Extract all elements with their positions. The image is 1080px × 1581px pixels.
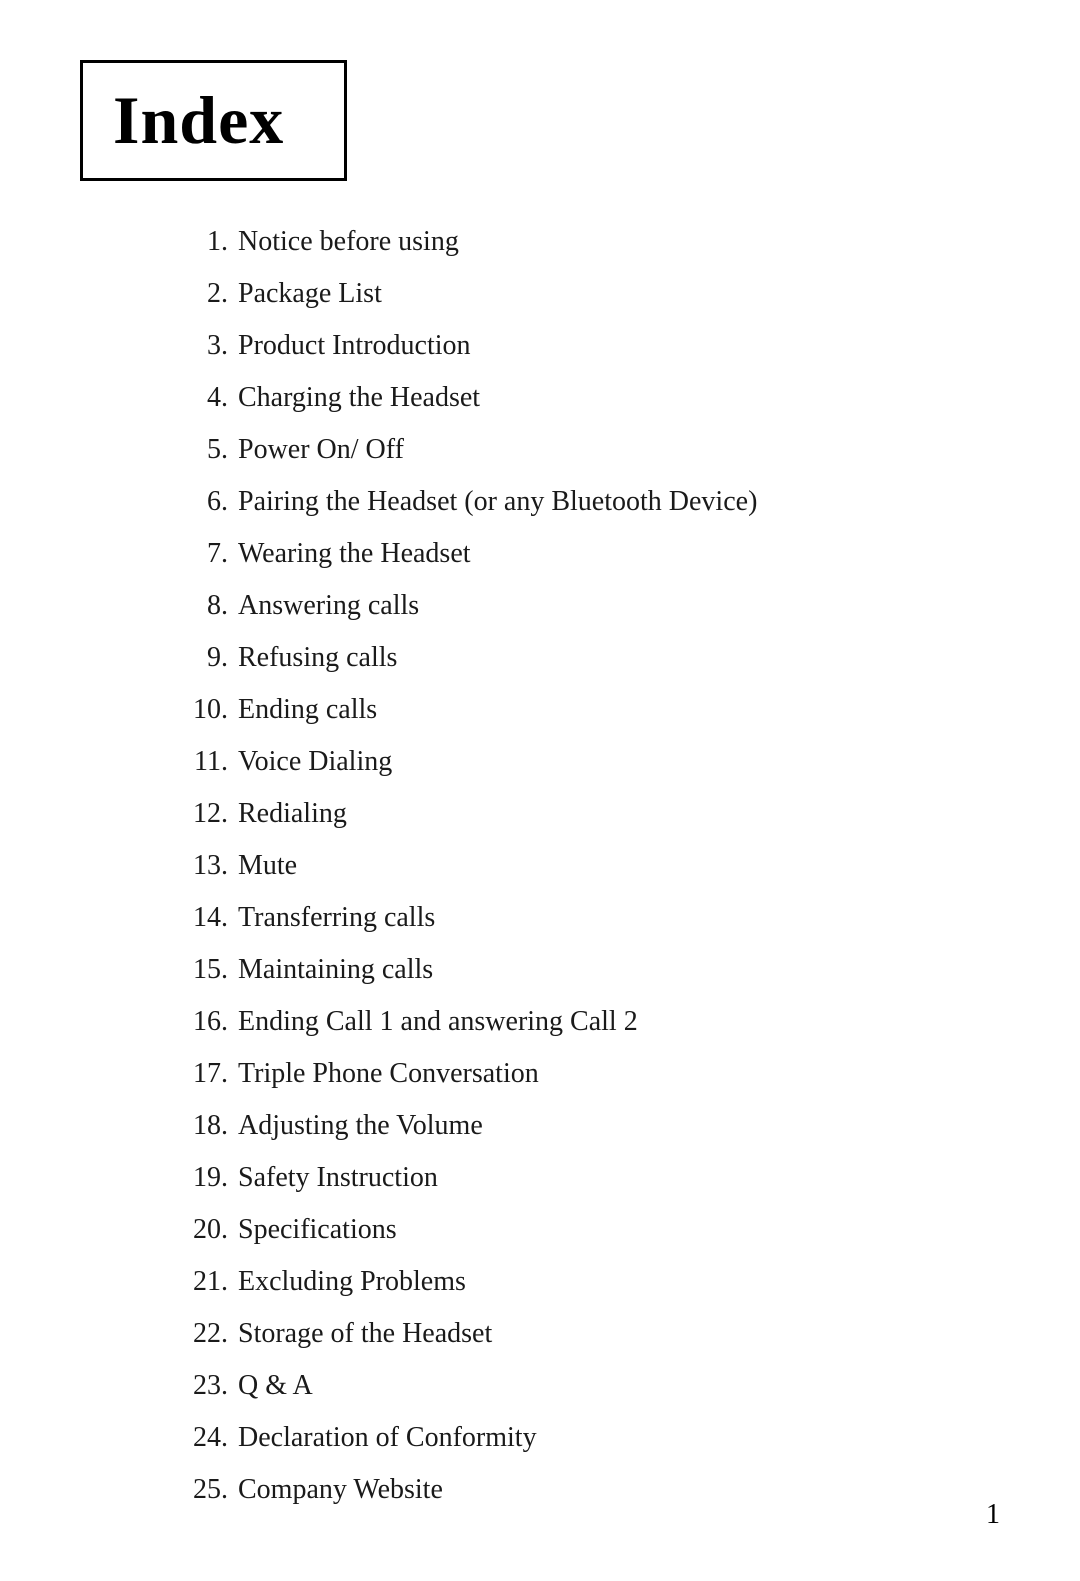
list-item: 10. Ending calls [180, 689, 1000, 731]
item-number: 8. [180, 585, 228, 627]
item-number: 12. [180, 793, 228, 835]
item-text: Voice Dialing [238, 746, 392, 777]
item-number: 25. [180, 1469, 228, 1511]
item-text: Excluding Problems [238, 1266, 466, 1297]
item-text: Ending Call 1 and answering Call 2 [238, 1006, 638, 1037]
item-number: 17. [180, 1053, 228, 1095]
item-number: 2. [180, 273, 228, 315]
item-text: Pairing the Headset (or any Bluetooth De… [238, 486, 757, 517]
list-item: 20. Specifications [180, 1209, 1000, 1251]
index-list: 1. Notice before using 2. Package List 3. Pro… [180, 221, 1000, 1511]
item-text: Refusing calls [238, 642, 397, 673]
item-text: Adjusting the Volume [238, 1110, 483, 1141]
item-number: 9. [180, 637, 228, 679]
item-text: Company Website [238, 1474, 443, 1505]
item-text: Answering calls [238, 590, 419, 621]
item-text: Redialing [238, 798, 347, 829]
item-text: Declaration of Conformity [238, 1422, 537, 1453]
item-number: 22. [180, 1313, 228, 1355]
list-item: 4. Charging the Headset [180, 377, 1000, 419]
item-text: Product Introduction [238, 330, 471, 361]
item-text: Wearing the Headset [238, 538, 471, 569]
item-number: 19. [180, 1157, 228, 1199]
item-text: Transferring calls [238, 902, 435, 933]
item-text: Package List [238, 278, 382, 309]
item-number: 21. [180, 1261, 228, 1303]
list-item: 14. Transferring calls [180, 897, 1000, 939]
list-item: 6. Pairing the Headset (or any Bluetooth … [180, 481, 1000, 523]
title-box: Index [80, 60, 347, 181]
list-item: 13. Mute [180, 845, 1000, 887]
list-item: 24. Declaration of Conformity [180, 1417, 1000, 1459]
item-text: Specifications [238, 1214, 397, 1245]
item-number: 18. [180, 1105, 228, 1147]
item-number: 11. [180, 741, 228, 783]
list-item: 17. Triple Phone Conversation [180, 1053, 1000, 1095]
item-number: 4. [180, 377, 228, 419]
item-number: 24. [180, 1417, 228, 1459]
item-number: 15. [180, 949, 228, 991]
list-item: 23. Q & A [180, 1365, 1000, 1407]
list-item: 2. Package List [180, 273, 1000, 315]
item-text: Maintaining calls [238, 954, 433, 985]
item-text: Storage of the Headset [238, 1318, 492, 1349]
list-item: 25. Company Website [180, 1469, 1000, 1511]
list-item: 5. Power On/ Off [180, 429, 1000, 471]
item-number: 6. [180, 481, 228, 523]
list-item: 15. Maintaining calls [180, 949, 1000, 991]
list-item: 9. Refusing calls [180, 637, 1000, 679]
list-item: 16. Ending Call 1 and answering Call 2 [180, 1001, 1000, 1043]
item-number: 5. [180, 429, 228, 471]
list-item: 8. Answering calls [180, 585, 1000, 627]
item-text: Ending calls [238, 694, 377, 725]
item-number: 10. [180, 689, 228, 731]
item-number: 20. [180, 1209, 228, 1251]
page-title: Index [113, 82, 284, 158]
item-text: Mute [238, 850, 297, 881]
item-number: 7. [180, 533, 228, 575]
page-number: 1 [986, 1499, 1000, 1531]
item-number: 1. [180, 221, 228, 263]
item-text: Q & A [238, 1370, 313, 1401]
list-item: 3. Product Introduction [180, 325, 1000, 367]
item-number: 13. [180, 845, 228, 887]
item-number: 23. [180, 1365, 228, 1407]
list-item: 1. Notice before using [180, 221, 1000, 263]
list-item: 12. Redialing [180, 793, 1000, 835]
list-item: 21. Excluding Problems [180, 1261, 1000, 1303]
list-item: 11. Voice Dialing [180, 741, 1000, 783]
item-text: Triple Phone Conversation [238, 1058, 539, 1089]
item-text: Notice before using [238, 226, 459, 257]
item-number: 3. [180, 325, 228, 367]
page: Index 1. Notice before using 2. Package Lis… [0, 0, 1080, 1581]
item-text: Charging the Headset [238, 382, 480, 413]
item-text: Power On/ Off [238, 434, 404, 465]
list-item: 19. Safety Instruction [180, 1157, 1000, 1199]
list-item: 7. Wearing the Headset [180, 533, 1000, 575]
list-item: 22. Storage of the Headset [180, 1313, 1000, 1355]
list-item: 18. Adjusting the Volume [180, 1105, 1000, 1147]
item-number: 16. [180, 1001, 228, 1043]
item-text: Safety Instruction [238, 1162, 438, 1193]
item-number: 14. [180, 897, 228, 939]
